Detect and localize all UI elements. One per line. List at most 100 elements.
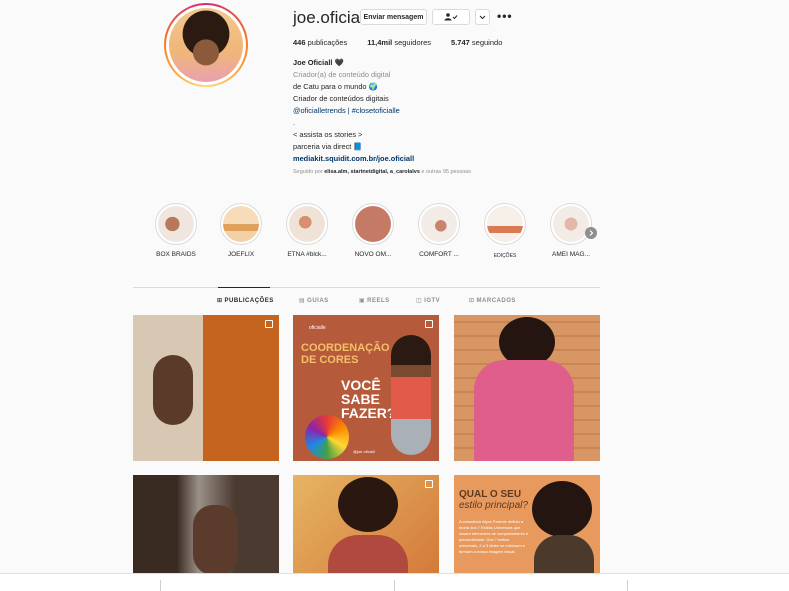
post-subtitle: estilo principal? <box>459 500 528 511</box>
chevron-down-icon <box>479 15 486 19</box>
profile-category: Criador(a) de conteúdo digital <box>293 70 391 79</box>
post-photo-subject <box>153 355 193 425</box>
following-count: 5.747 <box>451 38 470 47</box>
post-photo-subject <box>532 481 592 537</box>
bottom-scroll-bar <box>0 573 789 591</box>
bio-line: . <box>293 118 296 127</box>
highlights-next-button[interactable] <box>585 227 597 239</box>
chevron-right-icon <box>589 230 593 236</box>
bio-line: de Catu para o mundo 🌍 <box>293 82 378 91</box>
highlight-cover <box>355 206 391 242</box>
highlight-cover <box>553 206 589 242</box>
highlight-label: BOX BRAIDS <box>156 251 196 258</box>
highlight-cover <box>223 206 259 242</box>
followed-by[interactable]: Seguido por elisa.alm, startnetdigital, … <box>293 169 471 175</box>
carousel-icon <box>425 480 433 488</box>
tab-posts[interactable]: ⊞ PUBLICAÇÕES <box>217 297 274 304</box>
highlight-cover <box>487 206 523 242</box>
divider <box>627 580 628 591</box>
post-question-line: VOCÊ <box>341 377 381 393</box>
carousel-icon <box>425 320 433 328</box>
highlight-ring <box>352 203 394 245</box>
highlight-label: COMFORT ... <box>419 251 459 258</box>
post-photo-subject <box>474 360 574 461</box>
highlight-label: EDIÇÕES <box>493 253 517 259</box>
highlight-item[interactable]: NOVO OM... <box>347 203 399 258</box>
followed-names: elisa.alm, startnetdigital, a_carolalvs <box>324 169 420 175</box>
highlight-label: NOVO OM... <box>354 251 392 258</box>
post-question-line: SABE <box>341 391 380 407</box>
post-photo-subject <box>328 535 408 573</box>
post-question: VOCÊ SABE FAZER? <box>341 378 395 420</box>
suggested-accounts-button[interactable] <box>475 9 490 25</box>
tab-igtv-label: IGTV <box>424 298 441 304</box>
posts-count: 446 <box>293 38 306 47</box>
reels-icon: ▣ <box>359 298 366 304</box>
tab-posts-label: PUBLICAÇÕES <box>224 298 274 304</box>
followers-count: 11,4mil <box>367 38 393 47</box>
post-thumbnail[interactable] <box>293 475 439 573</box>
post-question-line: FAZER? <box>341 405 396 421</box>
divider <box>160 580 161 591</box>
posts-stat[interactable]: 446 publicações <box>293 38 347 47</box>
highlight-cover <box>158 206 194 242</box>
highlight-label: JOEFLIX <box>227 251 255 258</box>
posts-label: publicações <box>307 38 348 47</box>
highlight-ring <box>286 203 328 245</box>
grid-icon: ⊞ <box>217 298 223 304</box>
post-thumbnail[interactable]: QUAL O SEU estilo principal? A consultor… <box>454 475 600 573</box>
tab-tagged[interactable]: ⊡ MARCADOS <box>469 297 516 304</box>
story-highlights: BOX BRAIDS JOEFLIX ETNA #blck... NOVO OM… <box>150 203 610 263</box>
post-brand-logo: oficialle <box>309 325 326 331</box>
highlight-ring <box>418 203 460 245</box>
highlight-item[interactable]: BOX BRAIDS <box>150 203 202 258</box>
tab-reels-label: REELS <box>367 298 390 304</box>
post-handle: @joe.oficiall <box>353 449 375 454</box>
post-thumbnail[interactable]: oficialle COORDENAÇÃO DE CORES VOCÊ SABE… <box>293 315 439 461</box>
highlight-label: ETNA #blck... <box>287 251 327 258</box>
divider <box>394 580 395 591</box>
person-check-icon <box>444 13 458 21</box>
highlight-item[interactable]: JOEFLIX <box>215 203 267 258</box>
highlight-ring <box>220 203 262 245</box>
highlight-ring <box>155 203 197 245</box>
carousel-icon <box>265 320 273 328</box>
post-thumbnail[interactable] <box>133 315 279 461</box>
post-thumbnail[interactable] <box>133 475 279 573</box>
tab-igtv[interactable]: ◫ IGTV <box>416 297 440 304</box>
following-button[interactable] <box>432 9 470 25</box>
avatar-frame <box>166 5 246 85</box>
guide-icon: ▤ <box>299 298 306 304</box>
highlight-ring <box>484 203 526 245</box>
highlight-cover <box>289 206 325 242</box>
followers-stat[interactable]: 11,4mil seguidores <box>367 38 431 47</box>
post-title: COORDENAÇÃO DE CORES <box>301 342 390 366</box>
profile-bio: Joe Oficiall 🖤 Criador(a) de conteúdo di… <box>293 57 553 165</box>
active-tab-indicator <box>218 287 270 288</box>
bio-hashtag-line[interactable]: @oficialletrends | #closetoficialle <box>293 105 553 117</box>
following-stat[interactable]: 5.747 seguindo <box>451 38 502 47</box>
send-message-button[interactable]: Enviar mensagem <box>360 9 427 25</box>
post-photo-subject <box>193 505 238 573</box>
tagged-icon: ⊡ <box>469 298 475 304</box>
tab-tagged-label: MARCADOS <box>476 298 516 304</box>
bio-line: parceria via direct 📘 <box>293 142 363 151</box>
bio-line: < assista os stories > <box>293 130 363 139</box>
avatar-photo <box>169 8 243 82</box>
color-wheel-graphic <box>305 415 349 459</box>
highlight-item[interactable]: EDIÇÕES <box>479 203 531 259</box>
highlight-item[interactable]: COMFORT ... <box>413 203 465 258</box>
highlight-item[interactable]: ETNA #blck... <box>281 203 333 258</box>
bio-website-link[interactable]: mediakit.squidit.com.br/joe.oficiall <box>293 153 553 165</box>
highlight-cover <box>421 206 457 242</box>
igtv-icon: ◫ <box>416 298 423 304</box>
post-thumbnail[interactable] <box>454 315 600 461</box>
post-photo-subject <box>391 335 431 455</box>
more-options-button[interactable]: ••• <box>497 9 513 23</box>
following-label: seguindo <box>471 38 503 47</box>
post-body-text: A consultora Alyce Parente definiu a teo… <box>459 519 529 554</box>
tab-guides[interactable]: ▤ GUIAS <box>299 297 329 304</box>
followed-suffix: e outras 95 pessoas <box>421 169 471 175</box>
profile-avatar[interactable] <box>164 3 248 87</box>
tab-reels[interactable]: ▣ REELS <box>359 297 390 304</box>
